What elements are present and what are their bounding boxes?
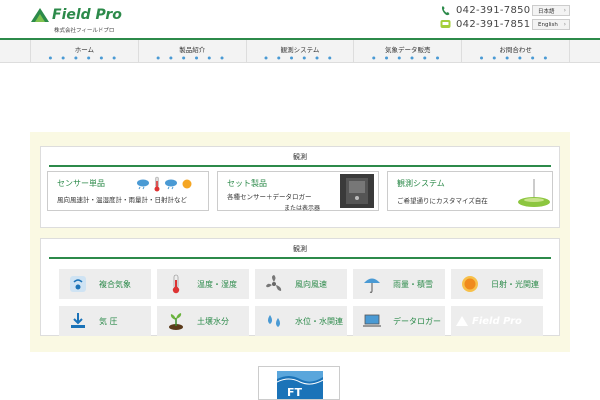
tile-label: 土壌水分: [197, 316, 229, 326]
fan-icon: [263, 273, 285, 295]
cloud-rain-icon: [137, 179, 149, 190]
tile-soil-moisture[interactable]: 土壌水分: [157, 306, 249, 336]
main-nav: ホーム ● ● ● ● ● ● 製品紹介 ● ● ● ● ● ● 観測システム …: [0, 38, 600, 63]
section-title: 観測: [49, 239, 551, 259]
sun-icon: [182, 179, 192, 189]
products-panel: 観測 センサー単品 風向風速計・温湿度計・雨量計・日射計など セット製品 各種セ…: [30, 132, 570, 352]
umbrella-icon: [361, 273, 383, 295]
laptop-icon: [361, 310, 383, 332]
site-header: Field Pro 株式会社フィールドプロ 042-391-7850 042-3…: [0, 0, 600, 38]
nav-item-data-sales[interactable]: 気象データ販売 ● ● ● ● ● ●: [354, 40, 463, 62]
sensor-icons: [136, 176, 193, 192]
nav-item-home[interactable]: ホーム ● ● ● ● ● ●: [31, 40, 139, 62]
phone-icon: [440, 5, 451, 16]
tile-water-level[interactable]: 水位・水関連: [255, 306, 347, 336]
tile-wind[interactable]: 風向風速: [255, 269, 347, 299]
tile-label: 温度・湿度: [197, 279, 237, 289]
tile-label: Field Pro: [472, 315, 522, 327]
card-sensor-single[interactable]: センサー単品 風向風速計・温湿度計・雨量計・日射計など: [47, 171, 209, 211]
card-description: 各種センサー＋データロガー: [227, 193, 312, 201]
tile-compound-weather[interactable]: 複合気象: [59, 269, 151, 299]
fax-icon: [440, 19, 451, 30]
fieldpro-logo-icon: Field Pro: [455, 315, 522, 327]
nav-label: お問合わせ: [499, 46, 532, 54]
weather-dots-icon: ● ● ● ● ● ●: [156, 55, 228, 60]
fieldpro-logo-icon: [31, 8, 49, 22]
weather-dots-icon: ● ● ● ● ● ●: [479, 55, 552, 60]
water-drops-icon: [263, 310, 285, 332]
sun-icon: [459, 273, 481, 295]
lang-label: English: [538, 21, 558, 28]
nav-item-systems[interactable]: 観測システム ● ● ● ● ● ●: [247, 40, 355, 62]
tile-label: 雨量・積雪: [393, 279, 433, 289]
card-observation-system[interactable]: 観測システム ご希望通りにカスタマイズ自在: [387, 171, 553, 211]
tile-label: 日射・光関連: [491, 279, 539, 289]
card-title: センサー単品: [57, 179, 105, 188]
tile-rain-snow[interactable]: 雨量・積雪: [353, 269, 445, 299]
section-title: 観測: [49, 147, 551, 167]
card-title: セット製品: [227, 179, 267, 188]
category-section: 観測 センサー単品 風向風速計・温湿度計・雨量計・日射計など セット製品 各種セ…: [40, 146, 560, 228]
lang-english-button[interactable]: English ›: [532, 19, 570, 30]
weather-station-icon: [518, 179, 550, 207]
tile-label: 複合気象: [99, 279, 131, 289]
phone-number: 042-391-7850: [456, 4, 531, 16]
data-logger-photo: [340, 174, 374, 208]
type-section: 観測 複合気象 温度・湿度 風向風速 雨量・積雪 日射・光関連 気 圧 土壌水分…: [40, 238, 560, 336]
tile-fieldpro[interactable]: Field Pro: [451, 306, 543, 336]
nav-label: 気象データ販売: [385, 46, 431, 54]
card-description: ご希望通りにカスタマイズ自在: [397, 197, 488, 205]
ft-logo-text: FT: [287, 386, 303, 399]
cloud-rain-icon: [165, 179, 177, 190]
tile-label: 風向風速: [295, 279, 327, 289]
thermometer-icon: [165, 273, 187, 295]
compound-weather-icon: [67, 273, 89, 295]
card-description: 風向風速計・温湿度計・雨量計・日射計など: [57, 196, 187, 204]
fax-number: 042-391-7851: [456, 18, 531, 30]
card-title: 観測システム: [397, 179, 445, 188]
card-set-products[interactable]: セット製品 各種センサー＋データロガー または表示器: [217, 171, 379, 212]
phone-row-1: 042-391-7850: [440, 4, 530, 16]
tile-solar-light[interactable]: 日射・光関連: [451, 269, 543, 299]
nav-item-contact[interactable]: お問合わせ ● ● ● ● ● ●: [462, 40, 570, 62]
lang-japanese-button[interactable]: 日本語 ›: [532, 5, 570, 16]
nav-item-products[interactable]: 製品紹介 ● ● ● ● ● ●: [139, 40, 247, 62]
weather-dots-icon: ● ● ● ● ● ●: [264, 55, 336, 60]
nav-label: 観測システム: [280, 46, 320, 54]
tile-label: 気 圧: [99, 316, 118, 326]
card-description-2: または表示器: [284, 205, 321, 212]
pressure-icon: [67, 310, 89, 332]
chevron-right-icon: ›: [563, 7, 566, 14]
nav-label: 製品紹介: [179, 46, 206, 54]
logo-text: Field Pro: [52, 7, 122, 23]
ft-banner[interactable]: FT: [258, 366, 340, 400]
tile-pressure[interactable]: 気 圧: [59, 306, 151, 336]
tile-data-logger[interactable]: データロガー: [353, 306, 445, 336]
thermometer-icon: [154, 176, 160, 192]
phone-row-2: 042-391-7851: [440, 18, 530, 30]
site-logo[interactable]: Field Pro 株式会社フィールドプロ: [30, 4, 140, 36]
ft-logo: FT: [277, 371, 323, 399]
company-name: 株式会社フィールドプロ: [54, 28, 115, 34]
nav-label: ホーム: [74, 46, 95, 54]
chevron-right-icon: ›: [563, 21, 566, 28]
weather-dots-icon: ● ● ● ● ● ●: [48, 55, 121, 60]
lang-label: 日本語: [538, 8, 555, 15]
tile-label: データロガー: [393, 316, 441, 326]
tile-label: 水位・水関連: [295, 316, 343, 326]
tile-temperature-humidity[interactable]: 温度・湿度: [157, 269, 249, 299]
sprout-icon: [165, 310, 187, 332]
weather-dots-icon: ● ● ● ● ● ●: [372, 55, 444, 60]
